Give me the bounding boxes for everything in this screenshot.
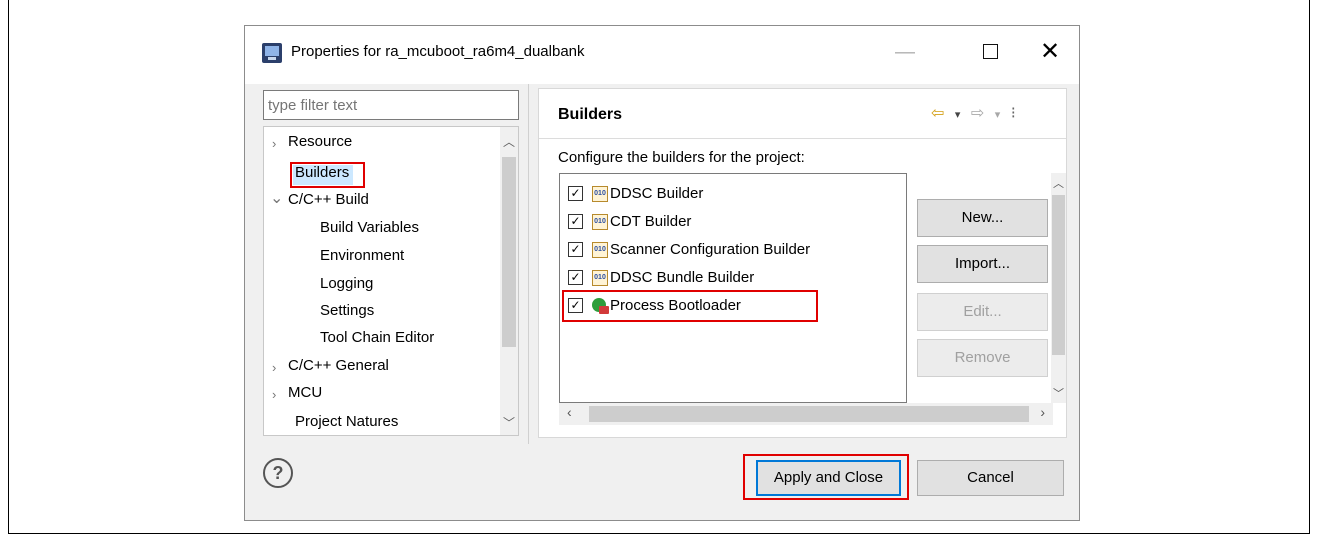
edit-button[interactable]: Edit... bbox=[917, 293, 1048, 331]
cancel-button[interactable]: Cancel bbox=[917, 460, 1064, 496]
scrollbar-thumb[interactable] bbox=[502, 157, 516, 347]
back-arrow-icon[interactable]: ⇦ bbox=[931, 105, 944, 122]
builder-label: Scanner Configuration Builder bbox=[610, 241, 811, 258]
scroll-up-arrow-icon[interactable]: ︿ bbox=[1053, 175, 1064, 191]
forward-arrow-icon[interactable]: ⇨ bbox=[971, 105, 984, 122]
tree-item-build-variables[interactable]: Build Variables bbox=[320, 219, 419, 236]
binary-builder-icon: 010 bbox=[592, 214, 608, 230]
help-icon[interactable]: ? bbox=[263, 458, 293, 488]
properties-dialog: Properties for ra_mcuboot_ra6m4_dualbank… bbox=[244, 25, 1080, 521]
page-nav-toolbar: ⇦ ▾ ⇨ ▾ ⁝ bbox=[931, 103, 1022, 123]
maximize-icon bbox=[982, 43, 998, 59]
builder-checkbox[interactable]: ✓ bbox=[568, 298, 583, 313]
filter-input[interactable] bbox=[263, 90, 519, 120]
view-menu-icon[interactable]: ⁝ bbox=[1011, 105, 1016, 122]
property-page-tree: › Resource Builders ⌄ C/C++ Build Build … bbox=[263, 126, 519, 436]
expand-chevron-icon[interactable]: › bbox=[272, 136, 276, 151]
forward-dropdown-icon[interactable]: ▾ bbox=[995, 109, 1001, 121]
window-title: Properties for ra_mcuboot_ra6m4_dualbank bbox=[291, 43, 585, 60]
remove-button[interactable]: Remove bbox=[917, 339, 1048, 377]
binary-builder-icon: 010 bbox=[592, 186, 608, 202]
tree-item-cpp-general[interactable]: C/C++ General bbox=[288, 357, 389, 374]
builder-label: CDT Builder bbox=[610, 213, 692, 230]
tree-item-resource[interactable]: Resource bbox=[288, 133, 352, 150]
import-button[interactable]: Import... bbox=[917, 245, 1048, 283]
eclipse-app-icon bbox=[262, 43, 282, 63]
close-button[interactable]: ✕ bbox=[1030, 36, 1070, 68]
binary-builder-icon: 010 bbox=[592, 270, 608, 286]
builders-page: Builders ⇦ ▾ ⇨ ▾ ⁝ Configure the builder… bbox=[538, 88, 1067, 438]
scrollbar-thumb[interactable] bbox=[1052, 195, 1065, 355]
page-horizontal-scrollbar[interactable]: ‹ › bbox=[559, 403, 1053, 425]
scroll-down-arrow-icon[interactable]: ﹀ bbox=[1053, 385, 1064, 401]
apply-and-close-button[interactable]: Apply and Close bbox=[756, 460, 901, 496]
page-title: Builders bbox=[558, 106, 623, 123]
builder-label: DDSC Bundle Builder bbox=[610, 269, 755, 286]
page-description: Configure the builders for the project: bbox=[558, 149, 805, 166]
external-tool-builder-icon bbox=[592, 298, 609, 314]
tree-item-logging[interactable]: Logging bbox=[320, 275, 373, 292]
scroll-up-arrow-icon[interactable]: ︿ bbox=[503, 133, 515, 150]
builder-checkbox[interactable]: ✓ bbox=[568, 186, 583, 201]
tree-item-cpp-build[interactable]: C/C++ Build bbox=[288, 191, 369, 208]
builder-label: Process Bootloader bbox=[610, 297, 741, 314]
header-separator bbox=[539, 138, 1066, 139]
builder-checkbox[interactable]: ✓ bbox=[568, 270, 583, 285]
expand-chevron-icon[interactable]: › bbox=[272, 360, 276, 375]
builder-checkbox[interactable]: ✓ bbox=[568, 214, 583, 229]
expand-chevron-icon[interactable]: › bbox=[272, 387, 276, 402]
tree-item-tool-chain-editor[interactable]: Tool Chain Editor bbox=[320, 329, 434, 346]
page-vertical-scrollbar[interactable]: ︿ ﹀ bbox=[1051, 173, 1066, 403]
tree-item-environment[interactable]: Environment bbox=[320, 247, 404, 264]
builders-list: ✓ 010 DDSC Builder ✓ 010 CDT Builder ✓ 0… bbox=[559, 173, 907, 403]
scroll-right-arrow-icon[interactable]: › bbox=[1040, 404, 1045, 420]
collapse-chevron-icon[interactable]: ⌄ bbox=[270, 188, 283, 208]
scroll-down-arrow-icon[interactable]: ﹀ bbox=[503, 414, 515, 431]
maximize-button[interactable] bbox=[970, 36, 1010, 68]
tree-item-builders[interactable]: Builders bbox=[295, 164, 349, 181]
tree-item-mcu[interactable]: MCU bbox=[288, 384, 322, 401]
title-bar: Properties for ra_mcuboot_ra6m4_dualbank… bbox=[245, 26, 1079, 84]
builder-label: DDSC Builder bbox=[610, 185, 704, 202]
builder-checkbox[interactable]: ✓ bbox=[568, 242, 583, 257]
binary-builder-icon: 010 bbox=[592, 242, 608, 258]
tree-scrollbar[interactable]: ︿ ﹀ bbox=[500, 127, 518, 435]
back-dropdown-icon[interactable]: ▾ bbox=[955, 109, 961, 121]
sash-divider[interactable] bbox=[528, 84, 529, 444]
tree-item-settings[interactable]: Settings bbox=[320, 302, 374, 319]
tree-item-project-natures[interactable]: Project Natures bbox=[295, 413, 398, 430]
minimize-button[interactable]: — bbox=[885, 36, 925, 68]
scrollbar-thumb[interactable] bbox=[589, 406, 1029, 422]
scroll-left-arrow-icon[interactable]: ‹ bbox=[567, 404, 572, 420]
new-button[interactable]: New... bbox=[917, 199, 1048, 237]
